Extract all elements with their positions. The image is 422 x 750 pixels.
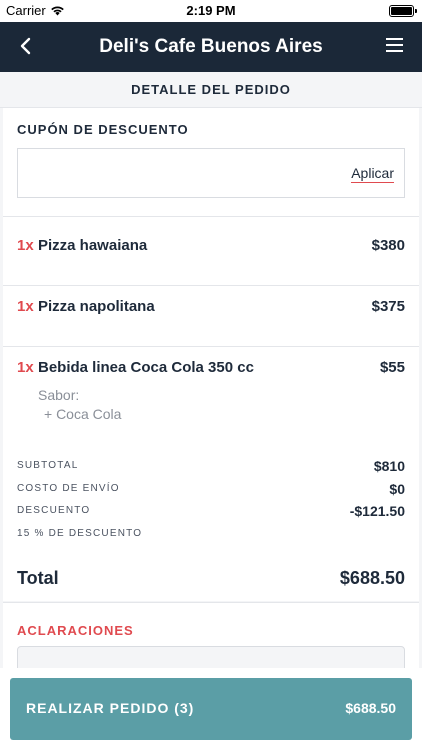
item-name: Pizza hawaiana bbox=[38, 237, 148, 254]
list-item[interactable]: 1x Bebida linea Coca Cola 350 cc $55 Sab… bbox=[3, 346, 419, 444]
page-title: Deli's Cafe Buenos Aires bbox=[99, 36, 323, 57]
discount-note: 15 % DE DESCUENTO bbox=[17, 528, 143, 539]
item-price: $55 bbox=[379, 359, 405, 376]
item-option-label: Sabor: bbox=[38, 387, 80, 403]
order-summary: SUBTOTAL $810 COSTO DE ENVÍO $0 DESCUENT… bbox=[3, 444, 419, 554]
section-title: DETALLE DEL PEDIDO bbox=[131, 82, 291, 97]
item-quantity: 1x bbox=[17, 237, 34, 254]
place-order-label: REALIZAR PEDIDO (3) bbox=[26, 700, 195, 716]
notes-input[interactable] bbox=[17, 646, 405, 668]
order-total: Total $688.50 bbox=[3, 554, 419, 601]
list-item[interactable]: 1x Pizza hawaiana $380 bbox=[3, 216, 419, 285]
item-quantity: 1x bbox=[17, 298, 34, 315]
status-time: 2:19 PM bbox=[186, 3, 236, 18]
status-bar: Carrier 2:19 PM bbox=[0, 0, 422, 22]
total-label: Total bbox=[17, 568, 59, 588]
place-order-button[interactable]: REALIZAR PEDIDO (3) $688.50 bbox=[10, 678, 412, 740]
coupon-input[interactable]: Aplicar bbox=[17, 148, 405, 198]
item-name: Pizza napolitana bbox=[38, 298, 155, 315]
discount-value: -$121.50 bbox=[349, 503, 405, 519]
top-navbar: Deli's Cafe Buenos Aires bbox=[0, 22, 422, 72]
item-quantity: 1x bbox=[17, 359, 34, 376]
place-order-total: $688.50 bbox=[345, 700, 396, 716]
shipping-value: $0 bbox=[389, 481, 405, 497]
subtotal-value: $810 bbox=[373, 458, 405, 474]
total-value: $688.50 bbox=[339, 568, 405, 588]
shipping-label: COSTO DE ENVÍO bbox=[17, 483, 120, 494]
subtotal-label: SUBTOTAL bbox=[17, 460, 79, 471]
order-detail-content[interactable]: CUPÓN DE DESCUENTO Aplicar 1x Pizza hawa… bbox=[0, 108, 422, 668]
hamburger-menu-icon[interactable] bbox=[386, 36, 406, 54]
notes-label: ACLARACIONES bbox=[17, 623, 134, 638]
coupon-card: CUPÓN DE DESCUENTO Aplicar bbox=[3, 108, 419, 216]
item-option-value: + Coca Cola bbox=[44, 406, 122, 422]
footer: REALIZAR PEDIDO (3) $688.50 bbox=[0, 668, 422, 750]
order-detail-header: DETALLE DEL PEDIDO bbox=[0, 72, 422, 108]
list-item[interactable]: 1x Pizza napolitana $375 bbox=[3, 285, 419, 346]
battery-icon bbox=[389, 5, 417, 17]
item-price: $375 bbox=[371, 298, 405, 315]
apply-coupon-button[interactable]: Aplicar bbox=[351, 165, 394, 183]
coupon-label: CUPÓN DE DESCUENTO bbox=[17, 122, 189, 137]
item-price: $380 bbox=[371, 237, 405, 254]
item-name: Bebida linea Coca Cola 350 cc bbox=[38, 359, 254, 376]
notes-card: ACLARACIONES bbox=[3, 602, 419, 668]
discount-label: DESCUENTO bbox=[17, 505, 91, 516]
